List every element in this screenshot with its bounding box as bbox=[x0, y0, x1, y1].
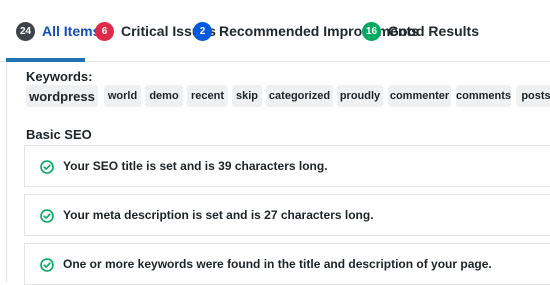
tab-count-badge: 6 bbox=[95, 21, 114, 41]
tab-count-badge: 2 bbox=[193, 21, 212, 41]
keyword-chip: comments bbox=[456, 85, 511, 107]
seo-result-item[interactable]: Your SEO title is set and is 39 characte… bbox=[24, 145, 550, 187]
keyword-chip: wordpress bbox=[26, 85, 98, 107]
check-circle-icon bbox=[40, 258, 54, 272]
keyword-chip: world bbox=[104, 85, 141, 107]
keyword-chip: posts bbox=[516, 85, 550, 107]
tab-count-badge: 16 bbox=[362, 21, 381, 41]
keywords-label: Keywords: bbox=[26, 69, 93, 84]
seo-result-item[interactable]: Your meta description is set and is 27 c… bbox=[24, 194, 550, 236]
keyword-chip: demo bbox=[145, 85, 183, 107]
keyword-chip: categorized bbox=[266, 85, 333, 107]
tab-label: Good Results bbox=[388, 23, 480, 39]
seo-result-text: Your meta description is set and is 27 c… bbox=[63, 208, 374, 222]
check-circle-icon bbox=[40, 209, 54, 223]
seo-result-text: Your SEO title is set and is 39 characte… bbox=[63, 159, 328, 173]
seo-result-item[interactable]: One or more keywords were found in the t… bbox=[24, 243, 550, 285]
keyword-chip: commenter bbox=[388, 85, 451, 107]
keyword-chip: proudly bbox=[337, 85, 383, 107]
seo-result-text: One or more keywords were found in the t… bbox=[63, 257, 492, 271]
tab-label: All Items bbox=[42, 23, 101, 39]
check-circle-icon bbox=[40, 160, 54, 174]
results-tabs: 24 All Items 6 Critical Issues 2 Recomme… bbox=[0, 0, 550, 62]
tab-all-items[interactable]: 24 All Items bbox=[16, 21, 100, 41]
tab-good-results[interactable]: 16 Good Results bbox=[362, 21, 479, 41]
tab-count-badge: 24 bbox=[16, 21, 35, 41]
keyword-chip: recent bbox=[187, 85, 228, 107]
basic-seo-heading: Basic SEO bbox=[26, 127, 92, 142]
keyword-chip: skip bbox=[232, 85, 262, 107]
